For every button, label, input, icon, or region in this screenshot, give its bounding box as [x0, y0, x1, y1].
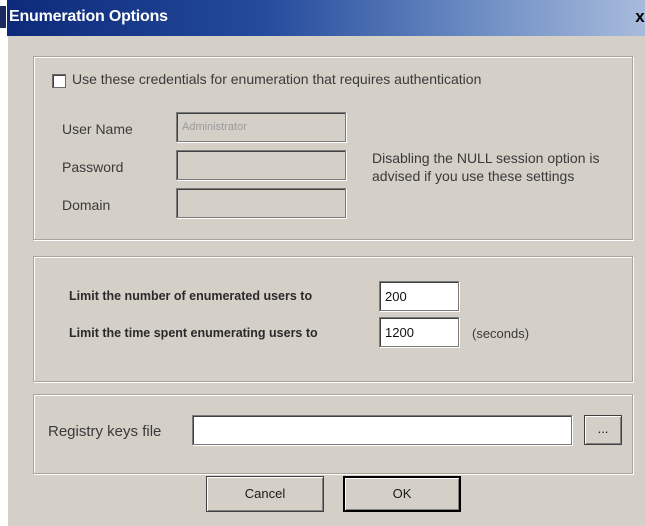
username-field[interactable]	[176, 112, 346, 142]
dialog-body: Use these credentials for enumeration th…	[7, 36, 645, 526]
null-session-hint-line2: advised if you use these settings	[372, 168, 575, 184]
browse-button[interactable]: ...	[584, 415, 622, 445]
password-field[interactable]	[176, 150, 346, 180]
ok-button[interactable]: OK	[343, 476, 461, 512]
window-title: Enumeration Options	[9, 8, 168, 25]
domain-field[interactable]	[176, 188, 346, 218]
registry-keys-label: Registry keys file	[48, 423, 162, 440]
title-bar[interactable]: Enumeration Options x	[7, 0, 645, 36]
background-window-edge	[0, 6, 6, 28]
use-credentials-label[interactable]: Use these credentials for enumeration th…	[72, 71, 481, 87]
limit-time-label: Limit the time spent enumerating users t…	[69, 326, 318, 340]
cancel-button[interactable]: Cancel	[206, 476, 324, 512]
time-unit-label: (seconds)	[472, 326, 530, 341]
close-button[interactable]: x	[631, 4, 645, 30]
limits-group: Limit the number of enumerated users to …	[33, 256, 633, 382]
registry-keys-field[interactable]	[192, 415, 572, 445]
limit-users-field[interactable]	[379, 281, 459, 311]
limit-time-field[interactable]	[379, 317, 459, 347]
null-session-hint-line1: Disabling the NULL session option is	[372, 150, 600, 166]
registry-group: Registry keys file ...	[33, 394, 633, 474]
username-label: User Name	[62, 121, 133, 137]
limit-users-label: Limit the number of enumerated users to	[69, 289, 313, 303]
use-credentials-checkbox[interactable]	[52, 74, 66, 88]
domain-label: Domain	[62, 197, 111, 213]
password-label: Password	[62, 159, 124, 175]
credentials-group: Use these credentials for enumeration th…	[33, 56, 633, 240]
